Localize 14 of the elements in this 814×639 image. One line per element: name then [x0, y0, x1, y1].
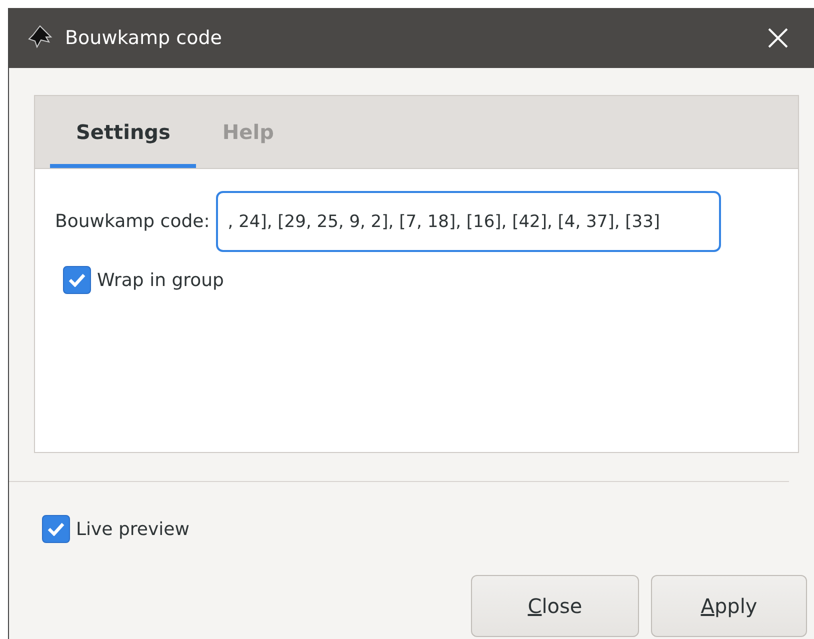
checkbox[interactable]	[42, 515, 70, 543]
tab[interactable]: Settings	[50, 96, 196, 168]
dialog-button[interactable]: Apply	[651, 575, 807, 637]
dialog-button[interactable]: Close	[471, 575, 639, 637]
app-logo-icon	[27, 25, 53, 51]
checkmark-icon	[47, 522, 65, 536]
close-icon[interactable]	[768, 28, 788, 48]
checkbox-label: Live preview	[76, 518, 190, 540]
field-label: Bouwkamp code:	[55, 211, 210, 232]
window-title: Bouwkamp code	[65, 27, 223, 49]
checkbox[interactable]	[63, 266, 91, 294]
input-field[interactable]: , 24], [29, 25, 9, 2], [7, 18], [16], [42], [4, 37], [33]	[216, 191, 721, 252]
checkbox-label: Wrap in group	[97, 270, 224, 290]
checkmark-icon	[68, 273, 86, 287]
